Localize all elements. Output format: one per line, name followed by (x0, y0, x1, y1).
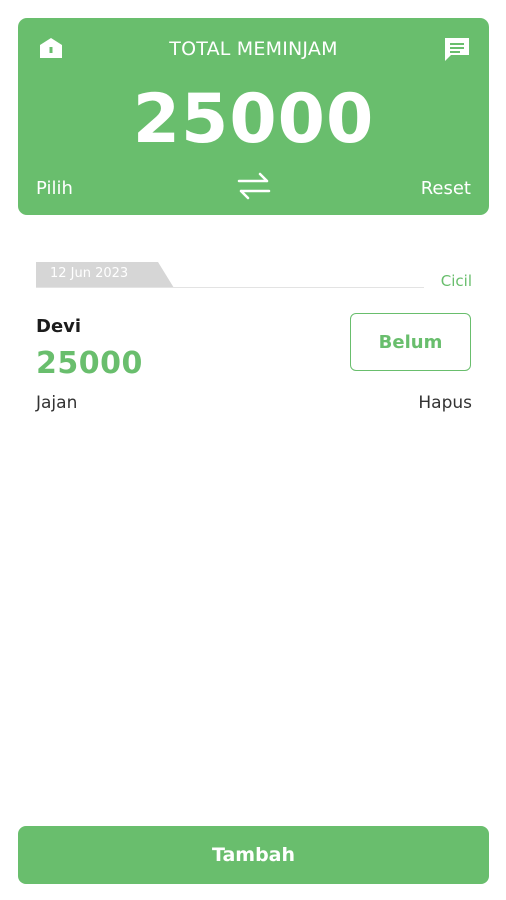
borrower-name: Devi (36, 316, 82, 337)
loan-note: Jajan (36, 393, 78, 413)
total-loan-card: TOTAL MEMINJAM 25000 Pilih Reset (18, 18, 489, 215)
header-title: TOTAL MEMINJAM (169, 38, 338, 60)
reset-button[interactable]: Reset (421, 178, 471, 199)
chat-icon[interactable] (442, 35, 472, 63)
app-screen: TOTAL MEMINJAM 25000 Pilih Reset 12 Jun (0, 0, 506, 900)
entry-date: 12 Jun 2023 (50, 266, 129, 281)
delete-button[interactable]: Hapus (418, 393, 472, 413)
date-tab: 12 Jun 2023 (36, 262, 174, 288)
add-button[interactable]: Tambah (18, 826, 489, 884)
select-button[interactable]: Pilih (36, 178, 73, 199)
installment-link[interactable]: Cicil (441, 272, 472, 290)
loan-amount: 25000 (36, 346, 143, 381)
swap-arrows-icon[interactable] (236, 170, 272, 202)
total-amount: 25000 (132, 80, 375, 159)
entry-date-header: 12 Jun 2023 Cicil (36, 262, 472, 290)
divider (36, 287, 424, 288)
status-button[interactable]: Belum (350, 313, 471, 371)
